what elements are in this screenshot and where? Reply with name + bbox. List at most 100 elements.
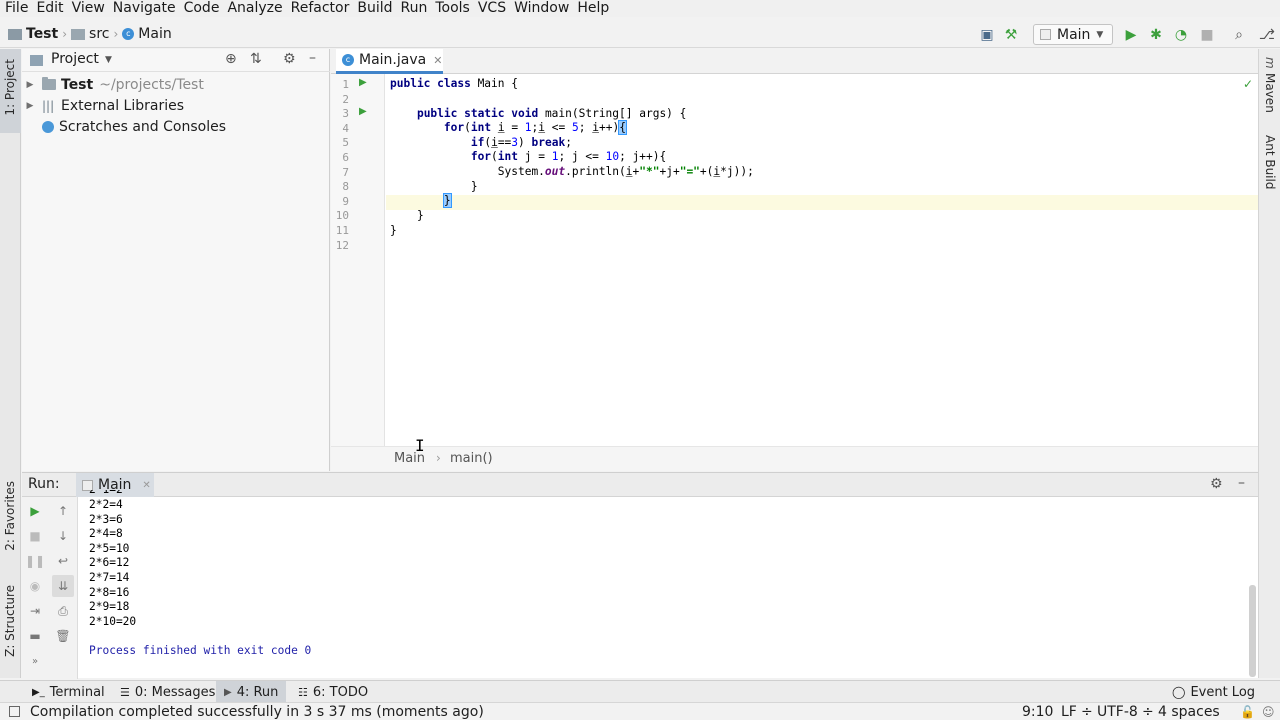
breadcrumb-main[interactable]: Main [138, 26, 171, 42]
gear-icon[interactable]: ⚙ [1210, 476, 1223, 492]
menu-edit[interactable]: Edit [36, 0, 63, 17]
pause-icon[interactable]: ❚❚ [25, 552, 45, 570]
debug-icon[interactable]: ✱ [1147, 26, 1165, 44]
print-icon[interactable]: ⎙ [54, 602, 72, 620]
tree-item-test[interactable]: ▶ Test ~/projects/Test [24, 74, 204, 95]
run-gutter-icon[interactable]: ▶ [359, 77, 367, 88]
run-panel: Run: Main ✕ ⚙ – ▶ ↑ ■ ↓ ❚❚ ↩ ◉ ⇊ ⇥ ⎙ ▬ 🗑… [22, 472, 1258, 679]
console-line: 2*5=10 [89, 541, 130, 555]
minimize-icon[interactable]: – [1238, 475, 1245, 491]
line-number: 11 [335, 224, 349, 237]
chevron-right-icon: › [62, 27, 68, 41]
menu-help[interactable]: Help [577, 0, 609, 17]
tree-item-external-libraries[interactable]: ▶ ||| External Libraries [24, 95, 184, 116]
messages-icon: ☰ [120, 685, 130, 699]
locate-icon[interactable]: ⊕ [225, 51, 237, 67]
tool-tab-ant-build[interactable]: Ant Build [1263, 135, 1277, 189]
tool-tab-label: 0: Messages [134, 684, 216, 700]
layout-icon[interactable]: ▬ [26, 627, 44, 645]
close-icon[interactable]: ✕ [142, 480, 150, 491]
minimize-icon[interactable]: – [309, 50, 316, 66]
down-arrow-icon[interactable]: ↓ [54, 527, 72, 545]
line-separator[interactable]: LF [1061, 704, 1077, 720]
menu-navigate[interactable]: Navigate [113, 0, 176, 17]
close-icon[interactable]: ✕ [433, 54, 442, 67]
file-encoding[interactable]: UTF-8 [1097, 704, 1138, 720]
lock-icon[interactable]: 🔓 [1240, 705, 1255, 719]
project-view-icon [30, 55, 43, 66]
console-output[interactable]: 2*1=2 2*2=4 2*3=6 2*4=8 2*5=10 2*6=12 2*… [89, 490, 311, 659]
project-panel-header: Project ▼ ⊕ ⇅ ⚙ – [22, 49, 330, 72]
expand-arrow-icon[interactable]: ▶ [24, 101, 36, 111]
collapse-icon[interactable]: ⇅ [250, 51, 262, 67]
caret-position[interactable]: 9:10 [1022, 704, 1053, 720]
soft-wrap-icon[interactable]: ↩ [54, 552, 72, 570]
menu-file[interactable]: File [5, 0, 28, 17]
tool-tab-todo[interactable]: ☷ 6: TODO [290, 681, 376, 703]
layout-icon[interactable]: ▣ [978, 26, 996, 44]
project-panel-title[interactable]: Project [51, 51, 99, 67]
menu-code[interactable]: Code [184, 0, 220, 17]
tool-tab-run[interactable]: ▶ 4: Run [216, 681, 287, 703]
line-number: 7 [342, 166, 349, 179]
more-icon[interactable]: » [26, 652, 44, 670]
line-number: 10 [335, 209, 349, 222]
run-icon[interactable]: ▶ [1122, 26, 1140, 44]
folder-icon [42, 77, 56, 90]
indent-setting[interactable]: 4 spaces [1158, 704, 1220, 720]
tool-tab-event-log[interactable]: ◯ Event Log [1164, 681, 1263, 703]
rerun-icon[interactable]: ▶ [26, 502, 44, 520]
menu-view[interactable]: View [72, 0, 105, 17]
tool-tab-structure[interactable]: Z: Structure [3, 585, 17, 657]
bottom-tool-stripe: ▶_ Terminal ☰ 0: Messages ▶ 4: Run ☷ 6: … [0, 680, 1280, 703]
line-number: 5 [342, 136, 349, 149]
tool-tab-project[interactable]: 1: Project [3, 59, 17, 116]
code-line-4: for(int i = 1;i <= 5; i++){ [443, 120, 627, 135]
coverage-icon[interactable]: ◔ [1172, 26, 1190, 44]
vcs-icon[interactable]: ⎇ [1258, 26, 1276, 44]
build-hammer-icon[interactable]: ⚒ [1002, 26, 1020, 44]
expand-arrow-icon[interactable]: ▶ [24, 80, 36, 90]
breadcrumb: Test › src › c Main [8, 26, 172, 42]
run-toolbar: ▶ ↑ ■ ↓ ❚❚ ↩ ◉ ⇊ ⇥ ⎙ ▬ 🗑 » [22, 497, 78, 679]
code-line-7: System.out.println(i+"*"+j+"="+(i*j)); [390, 165, 754, 178]
tool-tab-maven[interactable]: Maven [1263, 73, 1277, 113]
console-scrollbar[interactable] [1249, 585, 1256, 677]
line-number: 4 [342, 122, 349, 135]
tab-main-java[interactable]: c Main.java ✕ [336, 49, 443, 74]
tree-item-scratches[interactable]: Scratches and Consoles [42, 116, 226, 137]
breadcrumb-project[interactable]: Test [26, 26, 58, 42]
chevron-right-icon: › [436, 451, 441, 465]
stop-icon[interactable]: ■ [1198, 26, 1216, 44]
trash-icon[interactable]: 🗑 [54, 627, 72, 645]
scroll-to-end-icon[interactable]: ⇊ [52, 575, 74, 597]
gear-icon[interactable]: ⚙ [283, 51, 296, 67]
tool-tab-terminal[interactable]: ▶_ Terminal [24, 681, 113, 703]
restore-layout-icon[interactable]: ⇥ [26, 602, 44, 620]
chevron-down-icon[interactable]: ▼ [105, 55, 112, 65]
run-configuration-select[interactable]: Main ▼ [1033, 24, 1113, 45]
up-arrow-icon[interactable]: ↑ [54, 502, 72, 520]
tool-tab-messages[interactable]: ☰ 0: Messages [112, 681, 223, 703]
status-panel-icon[interactable] [9, 706, 20, 717]
menu-analyze[interactable]: Analyze [227, 0, 282, 17]
menu-tools[interactable]: Tools [435, 0, 470, 17]
inspector-icon[interactable]: ☺ [1262, 705, 1275, 719]
menu-bar: File Edit View Navigate Code Analyze Ref… [0, 0, 1280, 17]
console-line: 2*9=18 [89, 600, 130, 614]
camera-icon[interactable]: ◉ [26, 577, 44, 595]
menu-refactor[interactable]: Refactor [291, 0, 350, 17]
class-icon: c [122, 28, 135, 40]
code-line-9: } [442, 193, 452, 208]
tool-tab-favorites[interactable]: 2: Favorites [3, 481, 17, 551]
menu-run[interactable]: Run [401, 0, 428, 17]
search-icon[interactable]: ⌕ [1230, 26, 1248, 44]
run-gutter-icon[interactable]: ▶ [359, 106, 367, 117]
line-number: 1 [342, 78, 349, 91]
menu-vcs[interactable]: VCS [478, 0, 506, 17]
stop-icon[interactable]: ■ [26, 527, 44, 545]
menu-window[interactable]: Window [514, 0, 569, 17]
breadcrumb-method[interactable]: main() [450, 451, 493, 466]
menu-build[interactable]: Build [357, 0, 392, 17]
breadcrumb-src[interactable]: src [89, 26, 109, 42]
